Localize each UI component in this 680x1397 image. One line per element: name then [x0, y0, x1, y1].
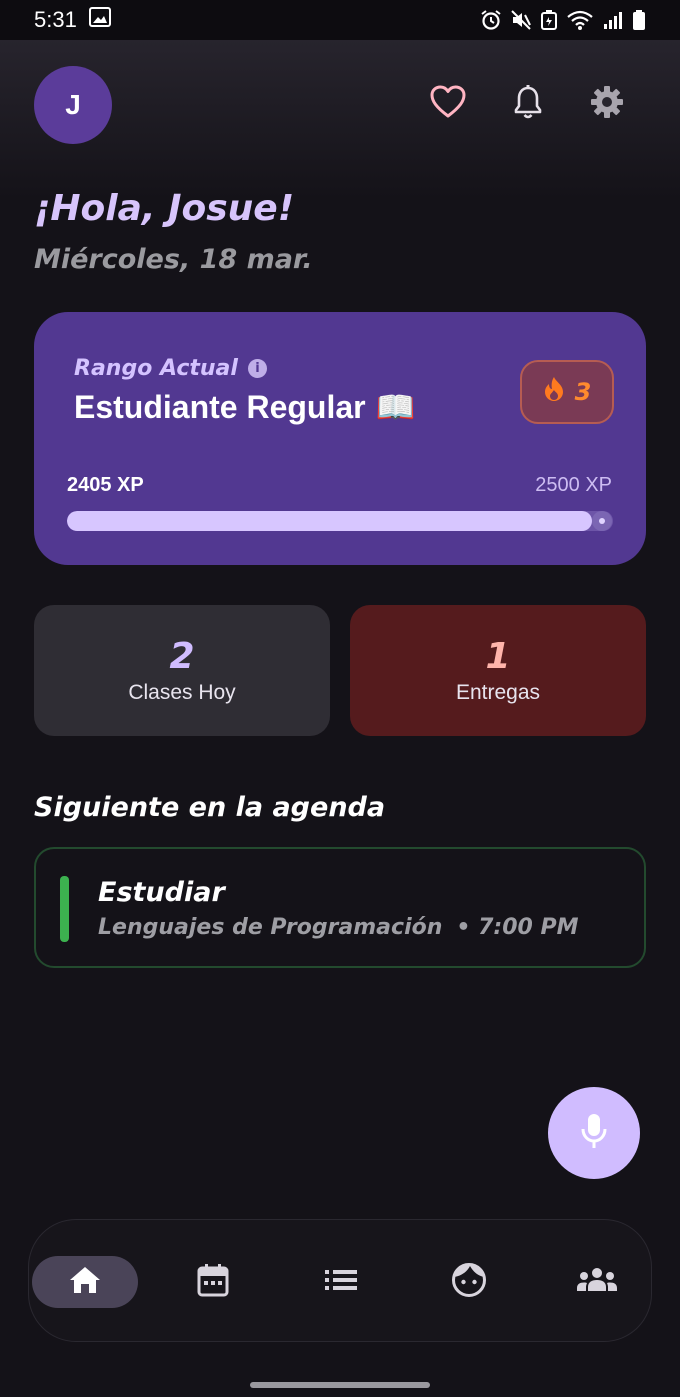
gallery-notification-icon — [88, 7, 111, 33]
agenda-item-subject: Lenguajes de Programación — [98, 915, 443, 940]
xp-progress-track — [67, 511, 613, 531]
agenda-item-time: • 7:00 PM — [456, 915, 579, 940]
deliveries-count: 1 — [485, 636, 511, 677]
rank-label-row: Rango Actual i — [74, 356, 267, 381]
deliveries-card[interactable]: 1 Entregas — [350, 605, 646, 736]
voice-assistant-button[interactable] — [548, 1087, 640, 1179]
nav-home[interactable] — [32, 1256, 138, 1308]
agenda-section-title: Siguiente en la agenda — [34, 792, 386, 823]
face-icon — [451, 1262, 487, 1302]
rank-title: Estudiante Regular — [74, 388, 366, 425]
streak-count: 3 — [574, 378, 592, 406]
gear-icon — [589, 84, 625, 124]
classes-today-label: Clases Hoy — [128, 681, 236, 704]
gesture-home-indicator[interactable] — [250, 1382, 430, 1388]
heart-icon — [430, 85, 466, 123]
alarm-icon — [480, 9, 502, 31]
bottom-navigation — [28, 1219, 652, 1342]
group-icon — [576, 1267, 618, 1297]
home-icon — [68, 1265, 102, 1299]
wifi-icon — [566, 9, 594, 31]
signal-icon — [602, 9, 624, 31]
info-icon[interactable]: i — [247, 359, 267, 378]
calendar-icon — [197, 1263, 229, 1301]
status-bar: 5:31 — [0, 0, 680, 40]
agenda-item-details: Lenguajes de Programación • 7:00 PM — [98, 915, 579, 940]
current-date: Miércoles, 18 mar. — [34, 244, 313, 275]
rank-card[interactable]: Rango Actual i Estudiante Regular 📖 3 24… — [34, 312, 646, 565]
settings-button[interactable] — [587, 84, 627, 124]
classes-today-count: 2 — [169, 636, 195, 677]
nav-profile[interactable] — [416, 1256, 522, 1308]
nav-groups[interactable] — [544, 1256, 650, 1308]
classes-today-card[interactable]: 2 Clases Hoy — [34, 605, 330, 736]
xp-current: 2405 XP — [67, 474, 144, 496]
notifications-button[interactable] — [508, 84, 548, 124]
book-emoji-icon: 📖 — [375, 389, 416, 425]
microphone-icon — [579, 1111, 609, 1155]
mute-icon — [510, 9, 532, 31]
list-icon — [324, 1268, 358, 1296]
battery-saver-icon — [540, 9, 558, 31]
deliveries-label: Entregas — [455, 681, 541, 704]
greeting-title: ¡Hola, Josue! — [34, 188, 295, 229]
flame-icon — [543, 376, 565, 408]
battery-icon — [632, 9, 646, 31]
avatar[interactable]: J — [34, 66, 112, 144]
agenda-item-title: Estudiar — [98, 877, 225, 908]
rank-label: Rango Actual — [74, 356, 238, 381]
xp-progress-endpoint — [592, 511, 612, 531]
streak-badge[interactable]: 3 — [520, 360, 614, 424]
bell-icon — [512, 84, 544, 124]
rank-title-row: Estudiante Regular 📖 — [74, 388, 415, 426]
favorites-button[interactable] — [428, 84, 468, 124]
nav-list[interactable] — [288, 1256, 394, 1308]
agenda-item-accent — [60, 876, 69, 942]
xp-progress-fill — [67, 511, 593, 531]
nav-calendar[interactable] — [160, 1256, 266, 1308]
status-time: 5:31 — [34, 7, 77, 32]
agenda-item-card[interactable]: Estudiar Lenguajes de Programación • 7:0… — [34, 847, 646, 968]
xp-max: 2500 XP — [535, 474, 612, 496]
